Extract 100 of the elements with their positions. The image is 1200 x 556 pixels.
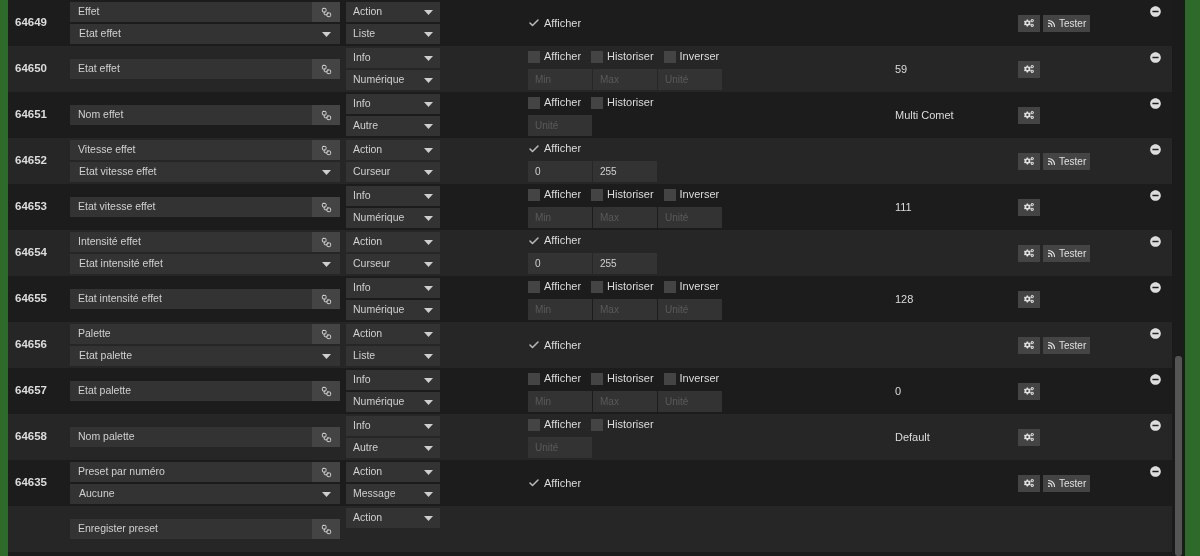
name-field[interactable]: Etat effet — [70, 59, 312, 79]
type-select[interactable]: Curseur — [346, 254, 440, 274]
type-select[interactable]: Numérique — [346, 208, 440, 228]
remove-icon[interactable] — [1150, 6, 1161, 17]
name-field[interactable]: Preset par numéro — [70, 462, 312, 482]
linked-command-select[interactable]: Etat effet — [70, 24, 340, 44]
checkbox[interactable] — [528, 418, 540, 431]
settings-button[interactable] — [1018, 290, 1040, 308]
remove-icon[interactable] — [1150, 374, 1161, 385]
name-field[interactable]: Etat palette — [70, 381, 312, 401]
checkbox[interactable] — [591, 372, 604, 385]
checkbox[interactable] — [591, 418, 604, 431]
checkbox[interactable] — [663, 188, 676, 201]
linked-command-select[interactable]: Etat intensité effet — [70, 254, 340, 274]
type-select[interactable]: Numérique — [346, 70, 440, 90]
name-field[interactable]: Etat vitesse effet — [70, 197, 312, 217]
remove-icon[interactable] — [1150, 420, 1161, 431]
remove-icon[interactable] — [1150, 282, 1161, 293]
settings-button[interactable] — [1018, 60, 1040, 78]
icon-button[interactable] — [312, 232, 340, 252]
name-field[interactable]: Palette — [70, 324, 312, 344]
icon-button[interactable] — [312, 59, 340, 79]
linked-command-select[interactable]: Aucune — [70, 484, 340, 504]
type-select[interactable]: Action — [346, 508, 440, 528]
type-select[interactable]: Info — [346, 416, 440, 436]
icon-button[interactable] — [312, 105, 340, 125]
name-field[interactable]: Nom palette — [70, 427, 312, 447]
remove-icon[interactable] — [1150, 190, 1161, 201]
checkmark[interactable] — [528, 339, 540, 351]
settings-button[interactable] — [1018, 14, 1040, 32]
type-select[interactable]: Action — [346, 140, 440, 160]
checkmark[interactable] — [528, 477, 540, 489]
icon-button[interactable] — [312, 519, 340, 539]
icon-button[interactable] — [312, 462, 340, 482]
checkbox[interactable] — [591, 50, 604, 63]
type-select[interactable]: Info — [346, 278, 440, 298]
config-field[interactable]: 0 — [528, 161, 592, 182]
icon-button[interactable] — [312, 324, 340, 344]
checkbox[interactable] — [528, 50, 540, 63]
config-field[interactable]: 255 — [593, 253, 657, 274]
config-field[interactable]: 255 — [593, 161, 657, 182]
scrollbar-thumb[interactable] — [1175, 356, 1182, 556]
test-button[interactable]: Tester — [1043, 336, 1091, 354]
checkbox[interactable] — [663, 372, 676, 385]
icon-button[interactable] — [312, 140, 340, 160]
remove-icon[interactable] — [1150, 98, 1161, 109]
type-select[interactable]: Action — [346, 2, 440, 22]
remove-icon[interactable] — [1150, 52, 1161, 63]
icon-button[interactable] — [312, 381, 340, 401]
type-select[interactable]: Curseur — [346, 162, 440, 182]
type-select[interactable]: Info — [346, 370, 440, 390]
checkbox[interactable] — [663, 50, 676, 63]
remove-icon[interactable] — [1150, 466, 1161, 477]
type-select[interactable]: Action — [346, 232, 440, 252]
settings-button[interactable] — [1018, 198, 1040, 216]
settings-button[interactable] — [1018, 336, 1040, 354]
settings-button[interactable] — [1018, 428, 1040, 446]
checkbox[interactable] — [591, 96, 604, 109]
name-field[interactable]: Nom effet — [70, 105, 312, 125]
type-select[interactable]: Autre — [346, 438, 440, 458]
settings-button[interactable] — [1018, 152, 1040, 170]
type-select[interactable]: Numérique — [346, 392, 440, 412]
name-field[interactable]: Etat intensité effet — [70, 289, 312, 309]
test-button[interactable]: Tester — [1043, 244, 1091, 262]
settings-button[interactable] — [1018, 244, 1040, 262]
checkbox[interactable] — [591, 188, 604, 201]
settings-button[interactable] — [1018, 106, 1040, 124]
config-field[interactable]: 0 — [528, 253, 592, 274]
name-field[interactable]: Enregister preset — [70, 519, 312, 539]
name-field[interactable]: Effet — [70, 2, 312, 22]
name-field[interactable]: Intensité effet — [70, 232, 312, 252]
settings-button[interactable] — [1018, 382, 1040, 400]
type-select[interactable]: Message — [346, 484, 440, 504]
checkbox[interactable] — [528, 280, 540, 293]
type-select[interactable]: Info — [346, 48, 440, 68]
checkbox[interactable] — [663, 280, 676, 293]
checkbox[interactable] — [528, 96, 540, 109]
name-field[interactable]: Vitesse effet — [70, 140, 312, 160]
settings-button[interactable] — [1018, 474, 1040, 492]
checkmark[interactable] — [528, 17, 540, 29]
type-select[interactable]: Action — [346, 462, 440, 482]
icon-button[interactable] — [312, 289, 340, 309]
linked-command-select[interactable]: Etat vitesse effet — [70, 162, 340, 182]
remove-icon[interactable] — [1150, 144, 1161, 155]
type-select[interactable]: Info — [346, 186, 440, 206]
test-button[interactable]: Tester — [1043, 152, 1091, 170]
type-select[interactable]: Numérique — [346, 300, 440, 320]
remove-icon[interactable] — [1150, 328, 1161, 339]
remove-icon[interactable] — [1150, 236, 1161, 247]
type-select[interactable]: Liste — [346, 24, 440, 44]
test-button[interactable]: Tester — [1043, 474, 1091, 492]
checkbox[interactable] — [591, 280, 604, 293]
icon-button[interactable] — [312, 197, 340, 217]
icon-button[interactable] — [312, 2, 340, 22]
icon-button[interactable] — [312, 427, 340, 447]
type-select[interactable]: Liste — [346, 346, 440, 366]
checkbox[interactable] — [528, 188, 540, 201]
linked-command-select[interactable]: Etat palette — [70, 346, 340, 366]
checkmark[interactable] — [528, 142, 540, 155]
test-button[interactable]: Tester — [1043, 14, 1091, 32]
